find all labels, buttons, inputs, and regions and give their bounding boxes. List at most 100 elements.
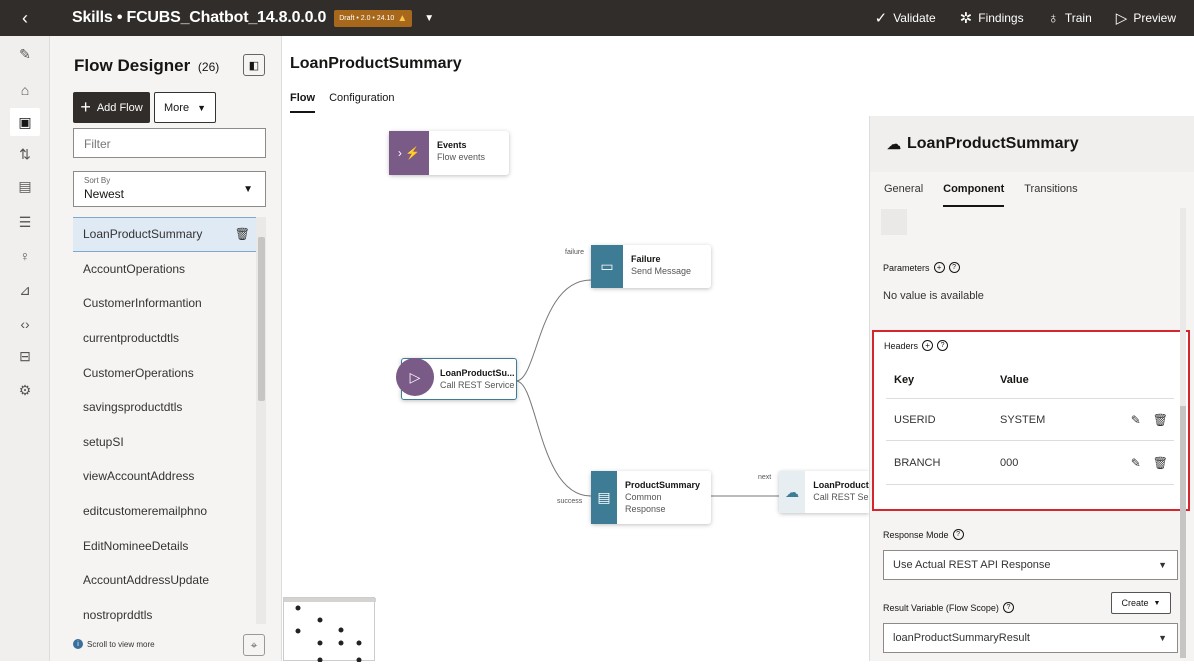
back-chevron-icon[interactable]: ‹ <box>0 0 50 36</box>
more-label: More <box>164 101 190 114</box>
product-summary-node[interactable]: ▤ ProductSummary Common Response <box>591 471 711 524</box>
header-key: USERID <box>894 413 936 426</box>
entities-icon[interactable]: ⇅ <box>15 144 35 164</box>
help-icon[interactable]: ? <box>937 340 949 351</box>
flow-item[interactable]: EditNomineeDetails <box>73 528 266 563</box>
properties-panel: ☁ LoanProductSummary General Component T… <box>869 116 1194 661</box>
response-mode-label-text: Response Mode <box>883 529 949 540</box>
resource-bundles-icon[interactable]: ▤ <box>15 176 35 196</box>
key-column-header: Key <box>894 374 915 386</box>
add-flow-button[interactable]: + Add Flow <box>73 92 150 123</box>
trash-icon[interactable]: 🗑 <box>1153 413 1168 427</box>
pencil-icon[interactable]: ✎ <box>1131 413 1141 427</box>
properties-tabs: General Component Transitions <box>884 183 1078 207</box>
flow-item[interactable]: nostroprddtls <box>73 598 266 624</box>
preview-label: Preview <box>1133 11 1176 25</box>
add-parameter-plus-icon[interactable]: + <box>933 262 945 273</box>
tab-transitions[interactable]: Transitions <box>1024 183 1077 207</box>
result-variable-value: loanProductSummaryResult <box>893 632 1030 644</box>
feather-icon[interactable]: ✎ <box>15 44 35 64</box>
edge-label-next: next <box>758 474 772 481</box>
help-icon[interactable]: ? <box>1002 602 1014 613</box>
warning-icon: ▲ <box>397 12 408 24</box>
flow-item[interactable]: LoanProductSummary 🗑 <box>73 217 266 252</box>
flow-list: LoanProductSummary 🗑 AccountOperations Cu… <box>73 217 266 624</box>
create-button[interactable]: Create ▼ <box>1111 592 1171 614</box>
loan-product-next-node[interactable]: ☁ LoanProduct Call REST Ser <box>779 471 869 513</box>
flow-item[interactable]: viewAccountAddress <box>73 459 266 494</box>
help-icon[interactable]: ? <box>952 529 964 540</box>
chevron-down-icon: ▼ <box>197 102 206 113</box>
header-key: BRANCH <box>894 456 941 469</box>
intents-icon[interactable]: ⌂ <box>15 80 35 100</box>
flow-list-scroll-thumb[interactable] <box>258 237 265 401</box>
collapse-panel-icon[interactable]: ◧ <box>243 54 265 76</box>
chat-icon[interactable]: ☰ <box>15 212 35 232</box>
events-node[interactable]: › ⚡ Events Flow events <box>389 131 509 175</box>
flow-item[interactable]: setupSI <box>73 425 266 460</box>
product-summary-subtitle-2: Response <box>625 504 666 514</box>
loan-node-title: LoanProductSu... <box>440 368 515 378</box>
tab-component[interactable]: Component <box>943 183 1005 207</box>
flow-item[interactable]: currentproductdtls <box>73 321 266 356</box>
add-header-plus-icon[interactable]: + <box>922 340 934 351</box>
flow-item[interactable]: CustomerInformantion <box>73 286 266 321</box>
result-variable-select[interactable]: loanProductSummaryResult ▼ <box>883 623 1178 653</box>
settings-gear-icon[interactable]: ⚙ <box>15 380 35 400</box>
insights-icon[interactable]: ⊿ <box>15 280 35 300</box>
properties-scroll-thumb[interactable] <box>1180 406 1186 658</box>
failure-node[interactable]: ▭ Failure Send Message <box>591 245 711 288</box>
play-icon: ▷ <box>1115 10 1128 27</box>
parameters-empty: No value is available <box>883 290 984 302</box>
side-rail: ✎ ⌂ ▣ ⇅ ▤ ☰ ♀ ⊿ ‹› ⊟ ⚙ <box>0 36 50 661</box>
skill-dropdown-caret-icon[interactable]: ▼ <box>424 13 434 24</box>
failure-node-subtitle: Send Message <box>631 266 692 276</box>
tab-general[interactable]: General <box>884 183 923 207</box>
loan-next-subtitle: Call REST Ser <box>813 492 869 502</box>
info-icon: i <box>73 639 83 649</box>
flow-edges <box>515 279 779 497</box>
response-mode-label: Response Mode ? <box>883 529 964 540</box>
flow-item[interactable]: AccountAddressUpdate <box>73 563 266 598</box>
flow-item-label: currentproductdtls <box>83 331 180 346</box>
draft-badge: Draft • 2.0 • 24.10 ▲ <box>334 9 413 27</box>
flows-icon[interactable]: ▣ <box>10 108 40 136</box>
failure-node-text: Failure Send Message <box>623 245 699 288</box>
trash-icon[interactable]: 🗑 <box>1153 456 1168 470</box>
trash-icon[interactable]: 🗑 <box>235 227 250 241</box>
sort-by-value: Newest <box>84 187 125 201</box>
tab-flow[interactable]: Flow <box>290 92 316 113</box>
filter-input[interactable]: Filter <box>73 128 266 158</box>
bug-icon: ✲ <box>959 10 973 27</box>
headers-label-text: Headers <box>884 340 919 351</box>
locate-icon[interactable]: ⌖ <box>243 634 265 656</box>
flow-item-label: setupSI <box>83 434 124 449</box>
more-button[interactable]: More ▼ <box>154 92 216 123</box>
preview-button[interactable]: ▷ Preview <box>1116 9 1176 27</box>
canvas-minimap[interactable] <box>283 597 376 663</box>
response-mode-select[interactable]: Use Actual REST API Response ▼ <box>883 550 1178 580</box>
content-placeholder <box>881 209 907 235</box>
database-icon[interactable]: ⊟ <box>15 346 35 366</box>
train-button[interactable]: ♁ Train <box>1048 10 1092 27</box>
header-value: SYSTEM <box>1000 413 1046 426</box>
flow-item[interactable]: editcustomeremailphno <box>73 494 266 529</box>
sort-by-select[interactable]: Sort By Newest ▼ <box>73 171 266 207</box>
result-variable-label: Result Variable (Flow Scope) ? <box>883 602 1014 613</box>
flow-item[interactable]: CustomerOperations <box>73 355 266 390</box>
pencil-icon[interactable]: ✎ <box>1131 456 1141 470</box>
rest-service-icon: ☁ <box>779 471 806 513</box>
help-icon[interactable]: ? <box>948 262 960 273</box>
flow-canvas[interactable]: › ⚡ Events Flow events failure ▭ Failure… <box>283 116 869 661</box>
flow-item[interactable]: savingsproductdtls <box>73 390 266 425</box>
skill-title[interactable]: Skills • FCUBS_Chatbot_14.8.0.0.0 <box>72 9 326 27</box>
findings-button[interactable]: ✲ Findings <box>960 9 1024 27</box>
bulb-icon[interactable]: ♀ <box>15 246 35 266</box>
flow-item[interactable]: AccountOperations <box>73 252 266 287</box>
validate-button[interactable]: ✓ Validate <box>875 9 936 27</box>
scroll-hint: i Scroll to view more <box>73 639 155 649</box>
code-icon[interactable]: ‹› <box>15 314 35 334</box>
tab-configuration[interactable]: Configuration <box>329 92 394 113</box>
flow-item-label: CustomerInformantion <box>83 296 202 311</box>
flow-designer-title: Flow Designer (26) <box>74 56 219 76</box>
